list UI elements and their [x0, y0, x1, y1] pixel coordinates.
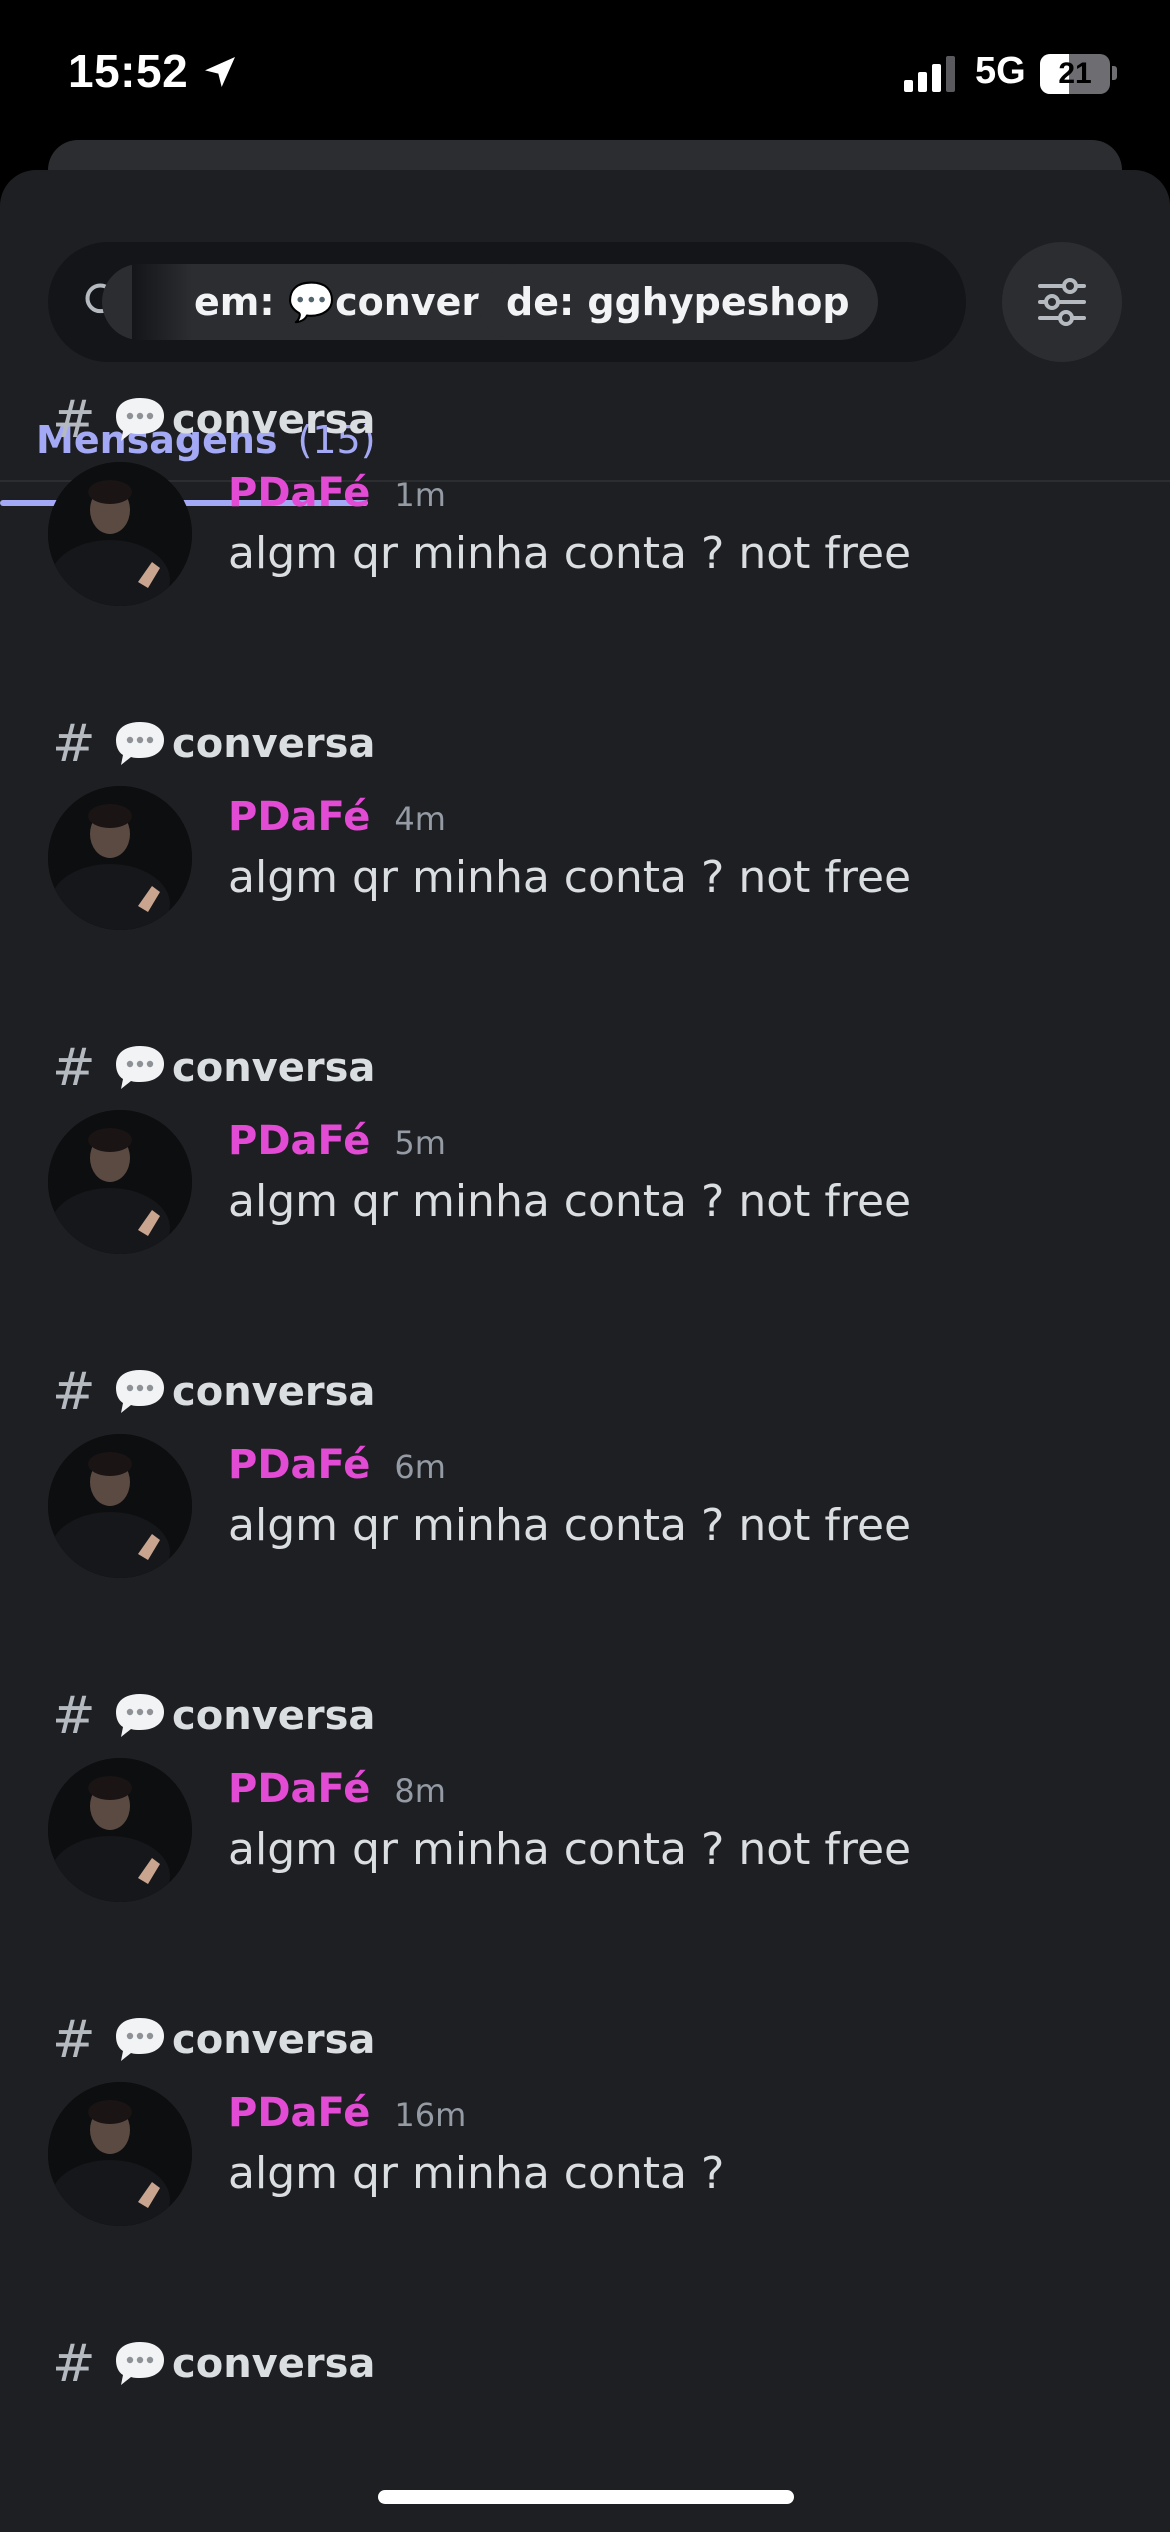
hash-icon: # — [52, 2334, 96, 2394]
home-indicator[interactable] — [378, 2490, 794, 2504]
network-type: 5G — [975, 50, 1026, 92]
channel-name: conversa — [172, 721, 376, 767]
timestamp: 1m — [394, 476, 446, 514]
avatar[interactable] — [48, 2082, 192, 2226]
search-result[interactable]: # conversa PDaFé 1m algm qr minha conta ? no… — [0, 390, 1170, 714]
speech-bubble-icon — [116, 2342, 164, 2385]
speech-bubble-icon — [116, 722, 164, 765]
message-text: algm qr minha conta ? not free — [228, 1176, 912, 1227]
message-text: algm qr minha conta ? not free — [228, 1500, 912, 1551]
timestamp: 6m — [394, 1448, 446, 1486]
avatar[interactable] — [48, 786, 192, 930]
sliders-icon — [1038, 278, 1086, 326]
timestamp: 16m — [394, 2096, 467, 2134]
message-text: algm qr minha conta ? — [228, 2148, 725, 2199]
search-result[interactable]: # conversa PDaFé 5m algm qr minha conta ? no… — [0, 1038, 1170, 1362]
user-filter-label: de: gghypeshop — [506, 280, 850, 324]
user-filter-chip[interactable]: de: gghypeshop — [478, 264, 878, 340]
author-line: PDaFé 8m — [228, 1766, 446, 1822]
channel-header[interactable]: # conversa — [52, 2010, 375, 2070]
cellular-signal-icon — [904, 56, 955, 92]
speech-bubble-icon — [116, 1694, 164, 1737]
location-arrow-icon — [205, 57, 235, 87]
battery-level: 21 — [1058, 57, 1092, 90]
channel-header[interactable]: # conversa — [52, 1362, 375, 1422]
search-result[interactable]: # conversa PDaFé 6m algm qr minha conta ? no… — [0, 1362, 1170, 1686]
avatar[interactable] — [48, 462, 192, 606]
avatar[interactable] — [48, 1434, 192, 1578]
channel-header[interactable]: # conversa — [52, 714, 375, 774]
hash-icon: # — [52, 390, 96, 450]
search-result[interactable]: # conversa PDaFé 16m algm qr minha conta ? — [0, 2010, 1170, 2334]
timestamp: 5m — [394, 1124, 446, 1162]
filter-button[interactable] — [1002, 242, 1122, 362]
channel-name: conversa — [172, 1369, 376, 1415]
message-text: algm qr minha conta ? not free — [228, 852, 912, 903]
channel-header[interactable]: # conversa — [52, 390, 375, 450]
message-text: algm qr minha conta ? not free — [228, 1824, 912, 1875]
hash-icon: # — [52, 1038, 96, 1098]
search-result[interactable]: # conversa PDaFé 8m algm qr minha conta ? no… — [0, 1686, 1170, 2010]
author-line: PDaFé 16m — [228, 2090, 466, 2146]
chip-fade — [132, 264, 192, 340]
search-result[interactable]: # conversa PDaFé 4m algm qr minha conta ? no… — [0, 714, 1170, 1038]
speech-bubble-icon — [116, 1046, 164, 1089]
channel-name: conversa — [172, 2017, 376, 2063]
hash-icon: # — [52, 1362, 96, 1422]
search-bar[interactable]: em: 💬conversa de: gghypeshop — [48, 242, 966, 362]
channel-header[interactable]: # conversa — [52, 2334, 375, 2394]
timestamp: 8m — [394, 1772, 446, 1810]
speech-bubble-icon — [116, 2018, 164, 2061]
channel-header[interactable]: # conversa — [52, 1038, 375, 1098]
author-line: PDaFé 1m — [228, 470, 446, 526]
timestamp: 4m — [394, 800, 446, 838]
search-sheet: em: 💬conversa de: gghypeshop Mensagens (1… — [0, 170, 1170, 2532]
channel-name: conversa — [172, 1045, 376, 1091]
channel-name: conversa — [172, 397, 376, 443]
speech-bubble-icon — [116, 398, 164, 441]
message-text: algm qr minha conta ? not free — [228, 528, 912, 579]
battery-cap — [1112, 66, 1117, 80]
channel-name: conversa — [172, 2341, 376, 2387]
author-name[interactable]: PDaFé — [228, 2090, 370, 2136]
author-name[interactable]: PDaFé — [228, 470, 370, 516]
author-name[interactable]: PDaFé — [228, 1442, 370, 1488]
avatar[interactable] — [48, 1758, 192, 1902]
author-line: PDaFé 5m — [228, 1118, 446, 1174]
author-name[interactable]: PDaFé — [228, 1118, 370, 1164]
author-line: PDaFé 4m — [228, 794, 446, 850]
author-name[interactable]: PDaFé — [228, 1766, 370, 1812]
speech-bubble-icon — [116, 1370, 164, 1413]
hash-icon: # — [52, 2010, 96, 2070]
author-line: PDaFé 6m — [228, 1442, 446, 1498]
author-name[interactable]: PDaFé — [228, 794, 370, 840]
avatar[interactable] — [48, 1110, 192, 1254]
channel-header[interactable]: # conversa — [52, 1686, 375, 1746]
hash-icon: # — [52, 714, 96, 774]
hash-icon: # — [52, 1686, 96, 1746]
status-bar: 15:52 5G 21 — [0, 0, 1170, 150]
status-time: 15:52 — [68, 45, 189, 97]
channel-name: conversa — [172, 1693, 376, 1739]
battery-icon: 21 — [1040, 54, 1110, 94]
